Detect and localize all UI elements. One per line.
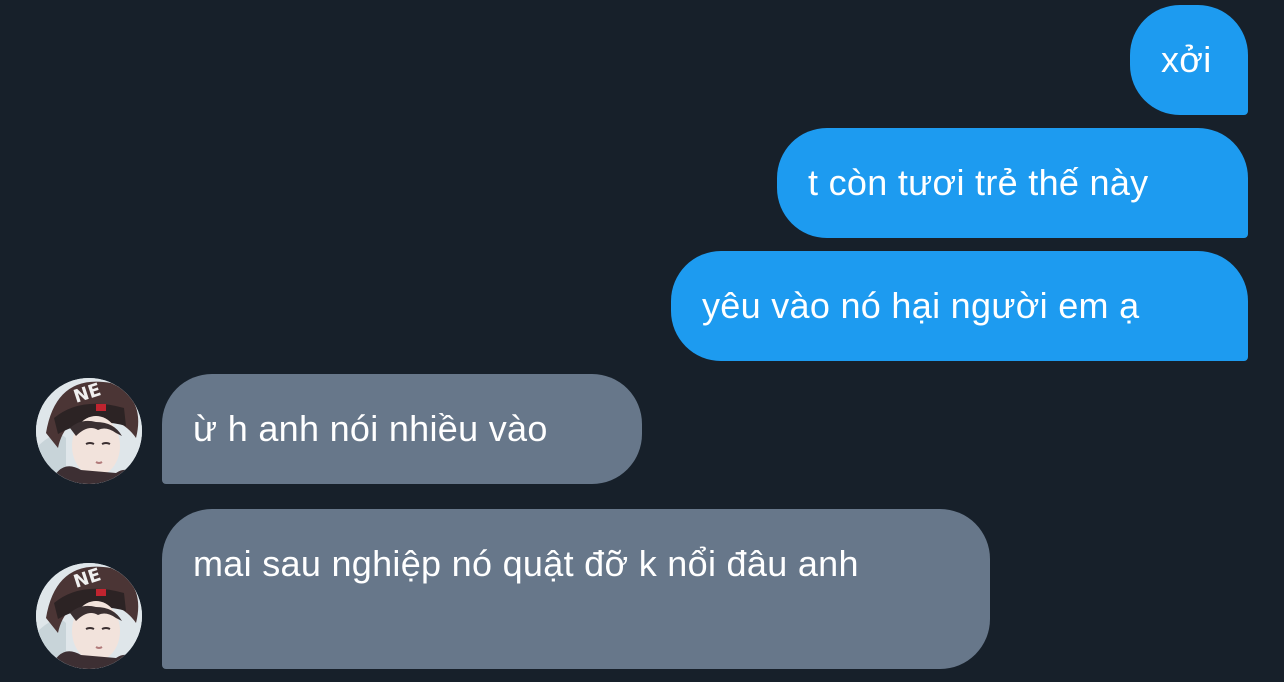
avatar-photo-icon: NE bbox=[36, 563, 142, 669]
message-bubble-incoming[interactable]: ừ h anh nói nhiều vào bbox=[162, 374, 642, 484]
sender-avatar[interactable]: NE bbox=[36, 378, 142, 484]
message-text: yêu vào nó hại người em ạ bbox=[702, 285, 1140, 326]
message-text: mai sau nghiệp nó quật đỡ k nổi đâu anh bbox=[193, 543, 859, 584]
sender-avatar[interactable]: NE bbox=[36, 563, 142, 669]
message-bubble-outgoing[interactable]: xởi bbox=[1130, 5, 1248, 115]
message-text: ừ h anh nói nhiều vào bbox=[193, 408, 548, 449]
message-bubble-outgoing[interactable]: yêu vào nó hại người em ạ bbox=[671, 251, 1248, 361]
message-bubble-incoming[interactable]: mai sau nghiệp nó quật đỡ k nổi đâu anh bbox=[162, 509, 990, 669]
message-bubble-outgoing[interactable]: t còn tươi trẻ thế này bbox=[777, 128, 1248, 238]
message-text: xởi bbox=[1161, 39, 1212, 80]
message-text: t còn tươi trẻ thế này bbox=[808, 162, 1149, 203]
avatar-photo-icon: NE bbox=[36, 378, 142, 484]
chat-thread: xởi t còn tươi trẻ thế này yêu vào nó hạ… bbox=[0, 0, 1284, 682]
